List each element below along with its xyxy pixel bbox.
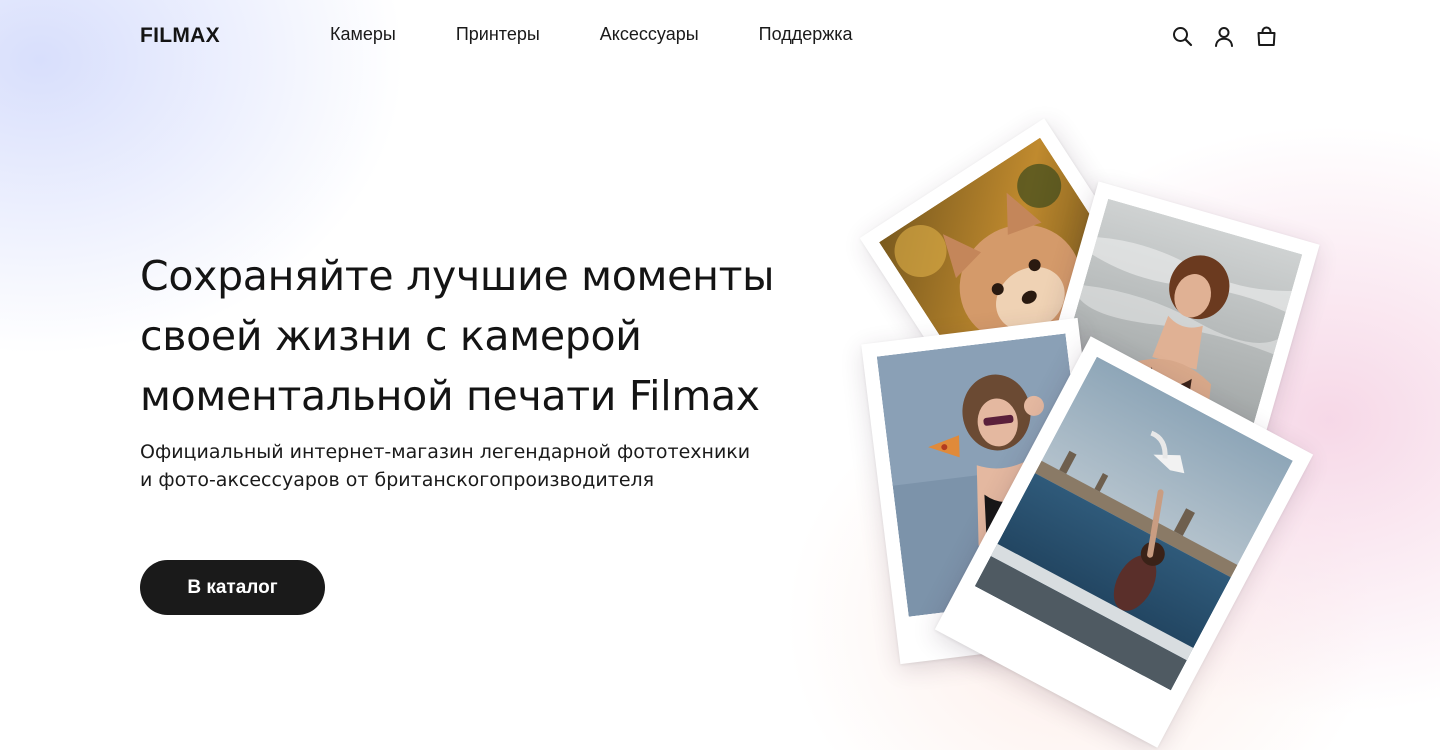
hero-subtitle-line1: Официальный интернет-магазин легендарной… <box>140 441 751 463</box>
header-icons <box>1170 24 1278 48</box>
search-icon[interactable] <box>1170 24 1194 48</box>
user-icon[interactable] <box>1212 24 1236 48</box>
polaroid-collage <box>840 118 1320 748</box>
nav-item-printers[interactable]: Принтеры <box>456 24 540 45</box>
nav-item-cameras[interactable]: Камеры <box>330 24 396 45</box>
nav-item-support[interactable]: Поддержка <box>759 24 853 45</box>
site-header: FILMAX Камеры Принтеры Аксессуары Поддер… <box>0 0 1440 72</box>
hero-subtitle: Официальный интернет-магазин легендарной… <box>140 438 800 494</box>
hero-title: Сохраняйте лучшие моменты своей жизни с … <box>140 252 775 420</box>
nav-item-accessories[interactable]: Аксессуары <box>600 24 699 45</box>
logo[interactable]: FILMAX <box>140 24 220 48</box>
catalog-button[interactable]: В каталог <box>140 560 325 615</box>
bag-icon[interactable] <box>1254 24 1278 48</box>
hero-subtitle-line2: и фото-аксессуаров от британскогопроизво… <box>140 469 655 491</box>
main-nav: Камеры Принтеры Аксессуары Поддержка <box>330 24 913 45</box>
